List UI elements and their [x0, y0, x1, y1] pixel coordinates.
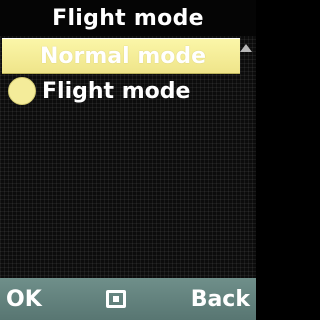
menu-item-normal-mode[interactable]: Normal mode: [2, 38, 240, 74]
menu-item-label: Flight mode: [42, 78, 191, 104]
ok-softkey[interactable]: OK: [0, 287, 48, 312]
radio-selected-icon: [8, 77, 36, 105]
title-bar: Flight mode: [0, 0, 256, 36]
back-softkey[interactable]: Back: [185, 287, 256, 312]
menu-item-label: Normal mode: [40, 43, 207, 69]
select-icon[interactable]: [106, 290, 127, 308]
phone-screen: Flight mode Normal mode Flight mode OK B…: [0, 0, 256, 320]
page-title: Flight mode: [52, 5, 204, 31]
scroll-up-arrow-icon: [240, 44, 252, 52]
menu-item-flight-mode[interactable]: Flight mode: [0, 74, 256, 108]
softkey-bar: OK Back: [0, 278, 256, 320]
